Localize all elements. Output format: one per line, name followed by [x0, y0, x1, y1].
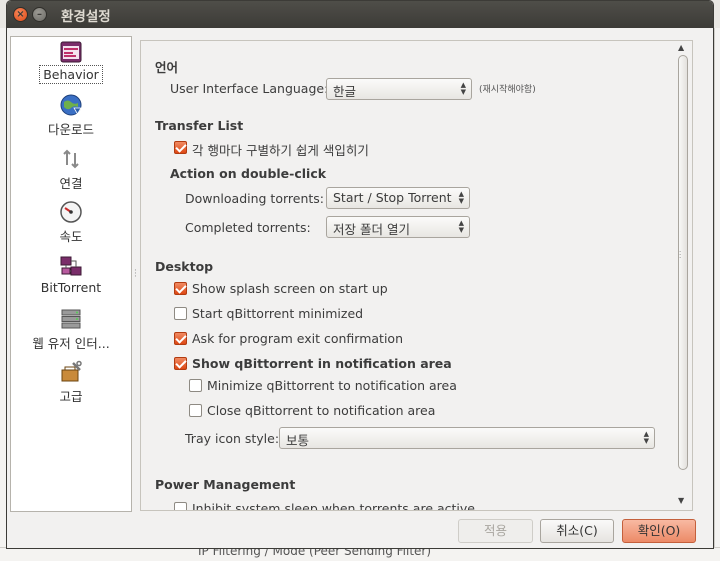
- downloading-torrents-value: Start / Stop Torrent: [333, 190, 452, 205]
- notification-area-label: Show qBittorrent in notification area: [192, 356, 452, 371]
- section-desktop: Desktop: [155, 259, 214, 274]
- sidebar-item-speed[interactable]: 속도: [11, 200, 131, 246]
- bittorrent-network-icon: [60, 256, 82, 276]
- section-language: 언어: [155, 60, 179, 75]
- settings-scrollbar[interactable]: ▲ · · · ▼: [676, 41, 690, 510]
- combo-arrows-icon: ▲ ▼: [460, 81, 466, 96]
- advanced-tools-icon: [61, 360, 82, 382]
- start-minimized-label: Start qBittorrent minimized: [192, 306, 364, 321]
- completed-torrents-label: Completed torrents:: [185, 220, 311, 235]
- alternate-row-colors-label: 각 행마다 구별하기 쉽게 색입히기: [192, 143, 369, 158]
- close-to-tray-checkbox[interactable]: [189, 404, 202, 417]
- globe-download-icon: [60, 94, 82, 116]
- exit-confirmation-label: Ask for program exit confirmation: [192, 331, 403, 346]
- web-ui-server-icon: [61, 309, 81, 329]
- section-power-management: Power Management: [155, 477, 296, 492]
- ui-language-value: 한글: [333, 84, 357, 99]
- completed-torrents-value: 저장 폴더 열기: [333, 222, 410, 237]
- combo-arrows-icon: ▲ ▼: [458, 219, 464, 234]
- sidebar-item-label: Behavior: [39, 65, 103, 84]
- scroll-down-arrow-icon[interactable]: ▼: [678, 496, 684, 505]
- background-bottom-strip: IP Filtering / Mode (Peer Sending Filter…: [0, 544, 720, 561]
- sidebar-item-label: 고급: [59, 389, 83, 404]
- restart-required-hint: (재시작해야함): [479, 85, 536, 95]
- combo-arrows-icon: ▲ ▼: [643, 430, 649, 445]
- tray-icon-style-select[interactable]: 보통 ▲ ▼: [279, 427, 655, 449]
- minimize-to-tray-checkbox[interactable]: [189, 379, 202, 392]
- speed-gauge-icon: [60, 201, 82, 223]
- behavior-icon: [60, 41, 82, 63]
- exit-confirmation-checkbox[interactable]: [174, 332, 187, 345]
- sidebar-item-label: 연결: [59, 176, 83, 191]
- close-window-button[interactable]: ×: [13, 7, 28, 22]
- sidebar-item-bittorrent[interactable]: BitTorrent: [11, 254, 131, 296]
- tray-icon-style-value: 보통: [286, 433, 310, 448]
- downloading-torrents-label: Downloading torrents:: [185, 191, 325, 206]
- scroll-up-arrow-icon[interactable]: ▲: [678, 43, 684, 52]
- notification-area-checkbox[interactable]: [174, 357, 187, 370]
- sidebar-item-web-ui[interactable]: 웹 유저 인터...: [11, 307, 131, 353]
- sidebar-item-downloads[interactable]: 다운로드: [11, 93, 131, 139]
- sidebar-item-connection[interactable]: 연결: [11, 147, 131, 193]
- sidebar-item-label: 속도: [59, 229, 83, 244]
- sidebar-item-label: BitTorrent: [40, 280, 102, 295]
- sidebar-item-label: 웹 유저 인터...: [32, 336, 110, 351]
- close-to-tray-label: Close qBittorrent to notification area: [207, 403, 436, 418]
- background-right-strip: [714, 28, 720, 561]
- window-title: 환경설정: [61, 8, 111, 25]
- connection-arrows-icon: [63, 149, 79, 169]
- minimize-to-tray-label: Minimize qBittorrent to notification are…: [207, 378, 457, 393]
- downloading-torrents-select[interactable]: Start / Stop Torrent ▲ ▼: [326, 187, 470, 209]
- apply-button[interactable]: 적용: [458, 519, 533, 543]
- sidebar-item-advanced[interactable]: 고급: [11, 360, 131, 406]
- sidebar-item-behavior[interactable]: Behavior: [11, 40, 131, 84]
- section-transfer-list: Transfer List: [155, 118, 244, 133]
- completed-torrents-select[interactable]: 저장 폴더 열기 ▲ ▼: [326, 216, 470, 238]
- minimize-window-button[interactable]: –: [32, 7, 47, 22]
- ui-language-select[interactable]: 한글 ▲ ▼: [326, 78, 472, 100]
- alternate-row-colors-checkbox[interactable]: [174, 141, 187, 154]
- combo-arrows-icon: ▲ ▼: [458, 190, 464, 205]
- splash-screen-label: Show splash screen on start up: [192, 281, 388, 296]
- cancel-button[interactable]: 취소(C): [540, 519, 614, 543]
- ui-language-label: User Interface Language:: [170, 81, 329, 96]
- scrollbar-grip-icon: · · ·: [679, 248, 682, 262]
- pane-splitter-handle[interactable]: · · ·: [134, 267, 137, 282]
- sidebar-item-label: 다운로드: [47, 122, 94, 137]
- category-sidebar: Behavior 다운로드 연결 속도 BitTorrent 웹 유저 인터..…: [10, 36, 132, 512]
- start-minimized-checkbox[interactable]: [174, 307, 187, 320]
- tray-icon-style-label: Tray icon style:: [185, 431, 280, 446]
- settings-panel: 언어 User Interface Language: 한글 ▲ ▼ (재시작해야…: [140, 40, 693, 511]
- inhibit-sleep-label: Inhibit system sleep when torrents are a…: [192, 501, 475, 511]
- scrollbar-thumb[interactable]: [678, 55, 688, 470]
- ok-button[interactable]: 확인(O): [622, 519, 696, 543]
- double-click-header: Action on double-click: [170, 166, 327, 181]
- inhibit-sleep-checkbox[interactable]: [174, 502, 187, 510]
- title-bar: × – 환경설정: [7, 1, 713, 28]
- splash-screen-checkbox[interactable]: [174, 282, 187, 295]
